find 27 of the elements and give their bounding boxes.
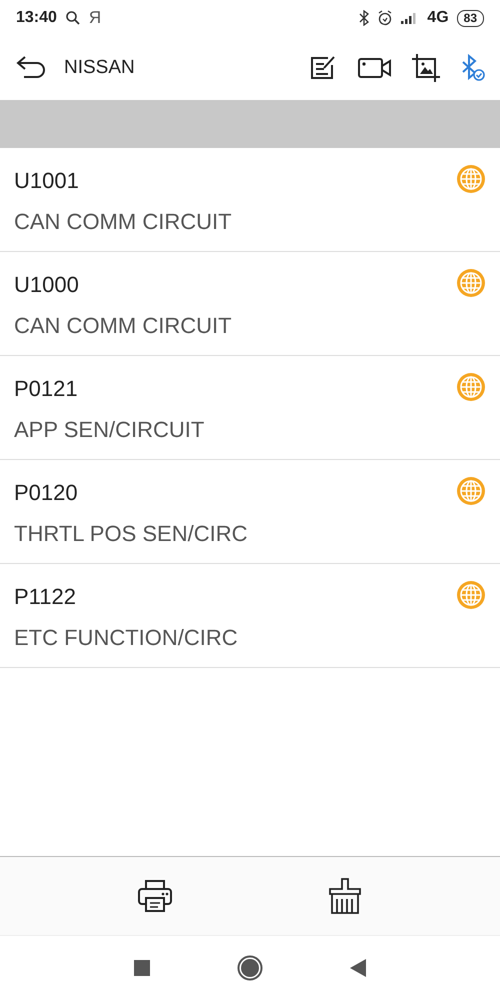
network-type: 4G: [427, 9, 449, 27]
back-icon[interactable]: [16, 55, 48, 81]
back-nav-icon[interactable]: [349, 958, 367, 978]
printer-icon[interactable]: [137, 879, 173, 913]
bluetooth-icon: [359, 10, 370, 26]
fault-description: ETC FUNCTION/CIRC: [14, 625, 239, 651]
fault-code: P1122: [14, 584, 77, 610]
fault-description: CAN COMM CIRCUIT: [14, 209, 233, 235]
bluetooth-connected-icon[interactable]: [460, 54, 486, 82]
status-time: 13:40: [16, 9, 57, 27]
fault-code: P0121: [14, 376, 79, 402]
image-crop-icon[interactable]: [412, 54, 440, 82]
broom-icon[interactable]: [327, 878, 363, 914]
fault-description: APP SEN/CIRCUIT: [14, 417, 206, 443]
home-icon[interactable]: [237, 955, 263, 981]
alarm-icon: [377, 10, 394, 26]
search-icon: [64, 10, 81, 26]
fault-code: U1000: [14, 272, 80, 298]
fault-code: U1001: [14, 168, 80, 194]
app-glyph: Я: [88, 8, 102, 28]
battery-level: 83: [456, 10, 484, 26]
fault-code: P0120: [14, 480, 79, 506]
fault-description: CAN COMM CIRCUIT: [14, 313, 233, 339]
fault-description: THRTL POS SEN/CIRC: [14, 521, 248, 547]
video-camera-icon[interactable]: [358, 56, 392, 80]
page-title: NISSAN: [64, 57, 135, 79]
recent-apps-icon[interactable]: [133, 959, 151, 977]
